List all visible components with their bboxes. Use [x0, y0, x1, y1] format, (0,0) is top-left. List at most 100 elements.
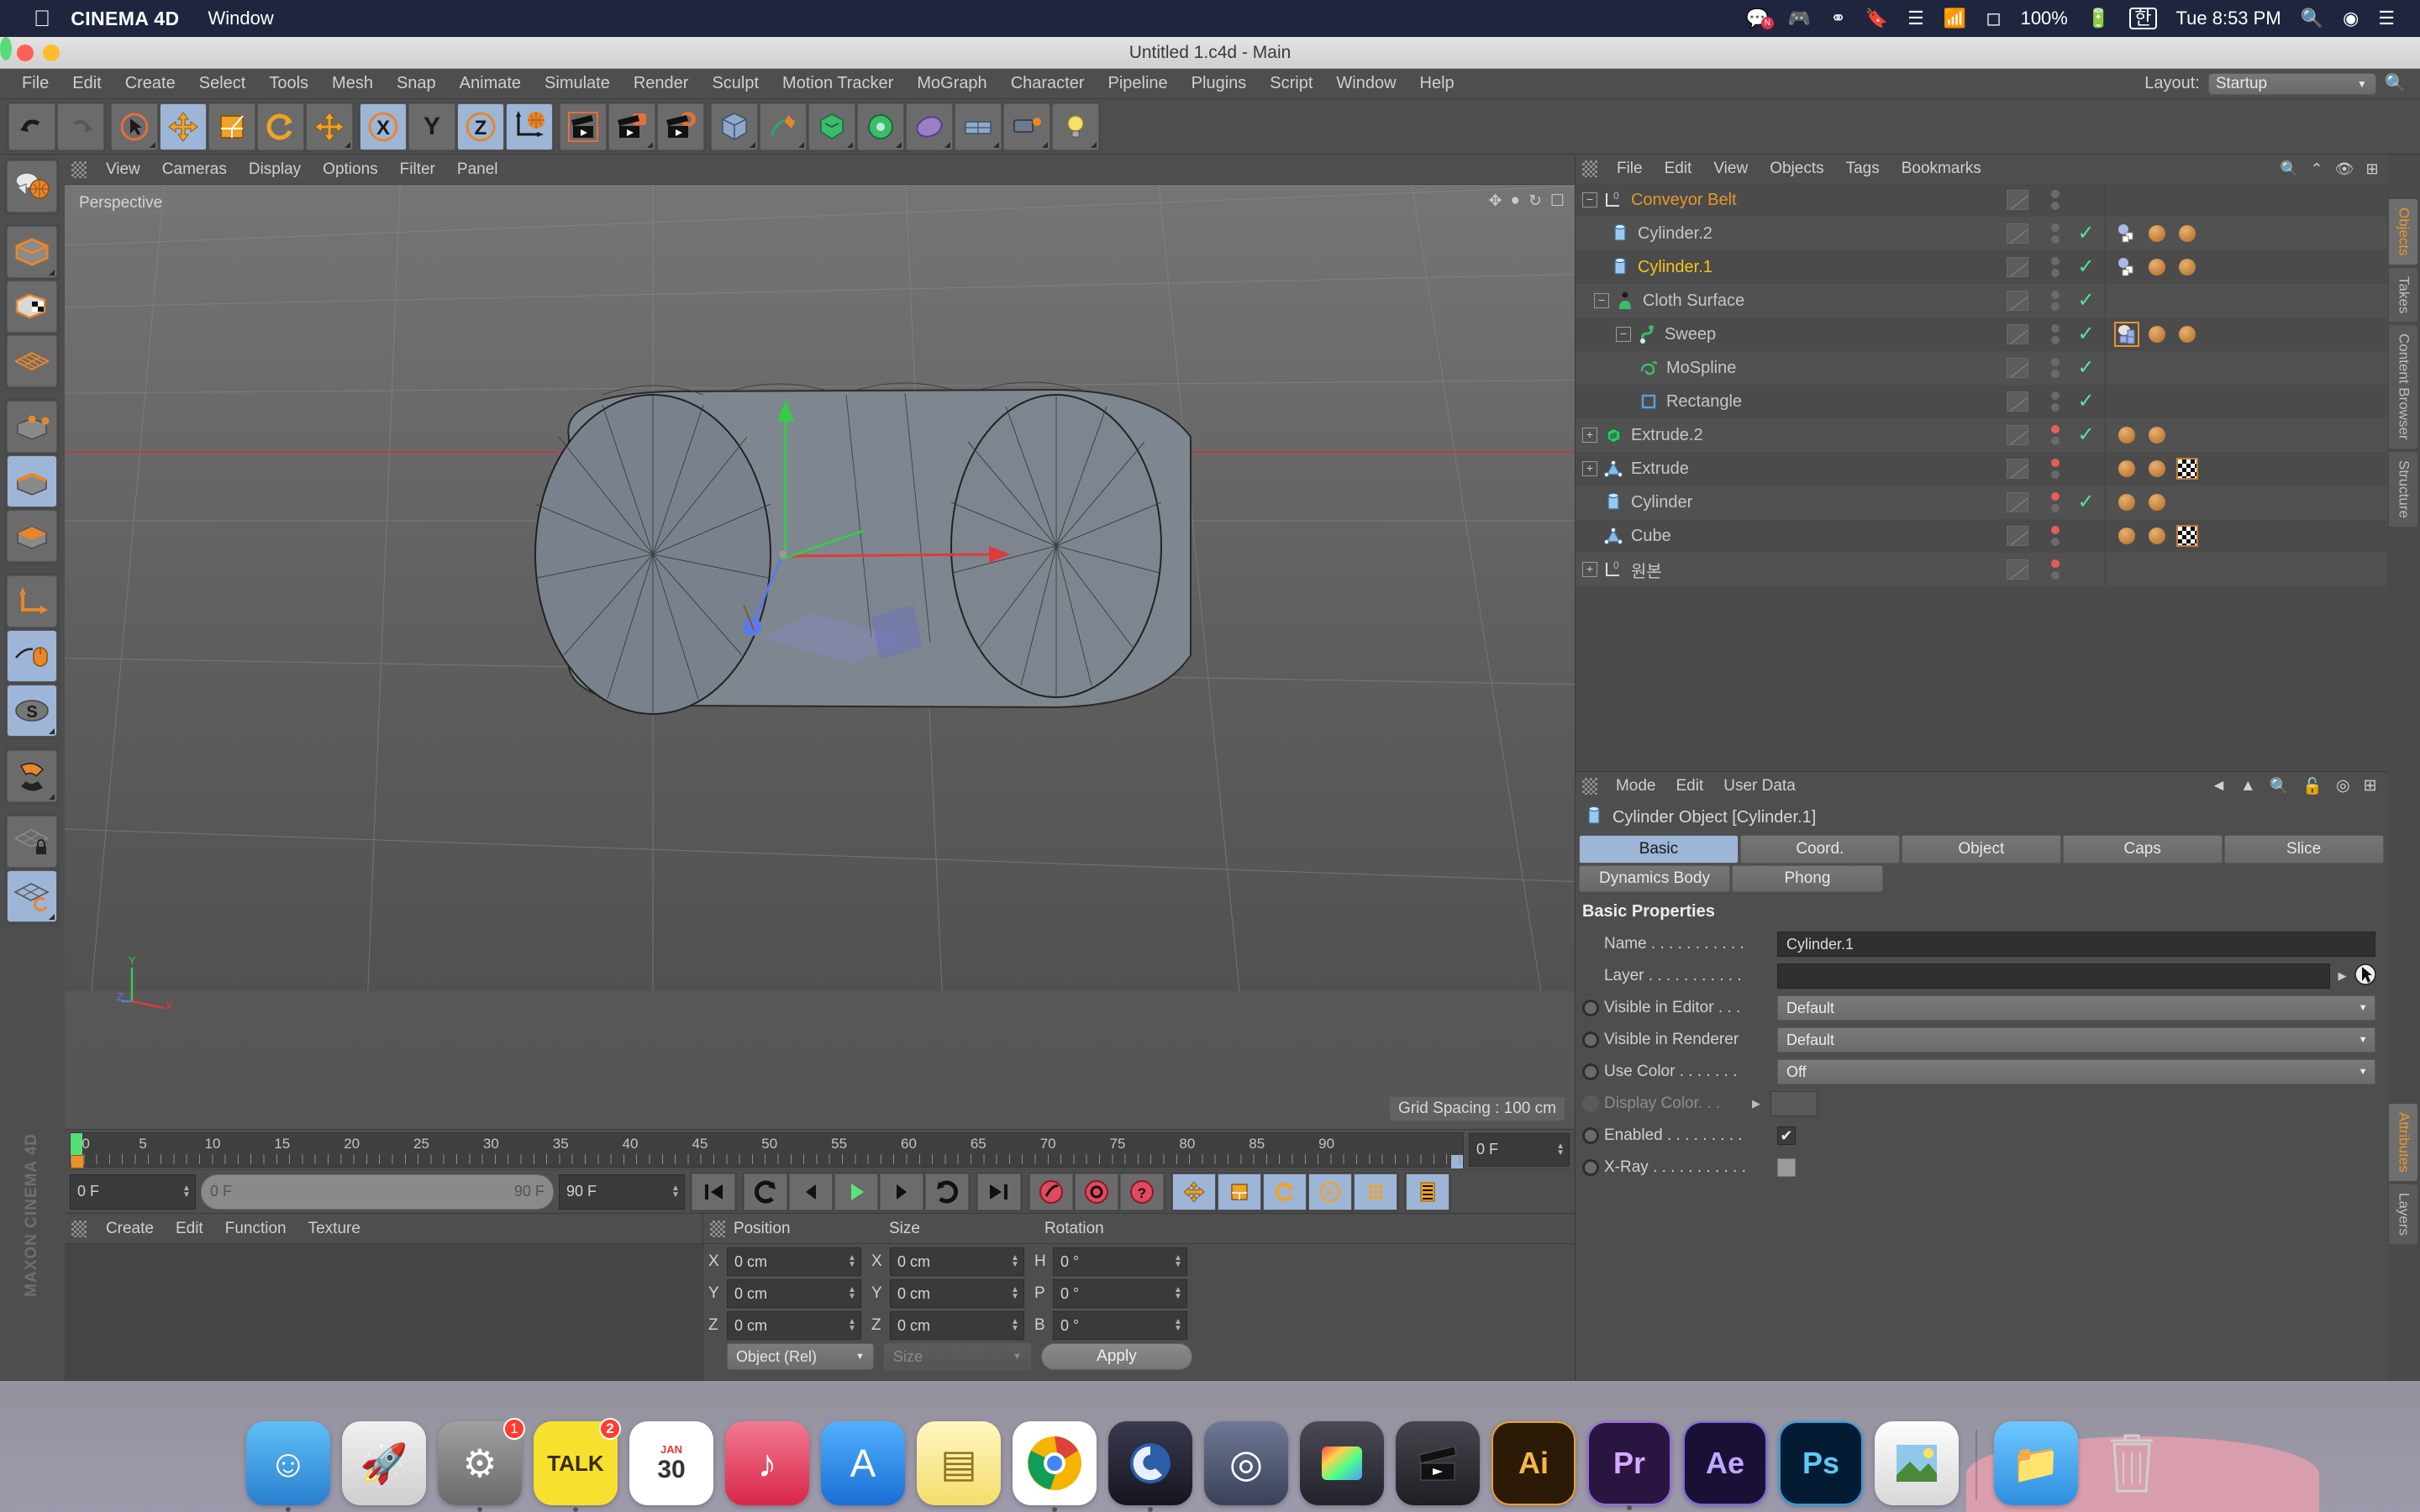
tab-object[interactable]: Object [1901, 835, 2061, 864]
layer-cell[interactable] [1992, 223, 2043, 244]
redo-button[interactable] [57, 102, 104, 150]
step-back-button[interactable] [788, 1173, 833, 1210]
enable-check[interactable]: ✓ [2068, 492, 2105, 512]
menu-render[interactable]: Render [622, 74, 701, 93]
panel-grip-icon[interactable] [709, 1220, 725, 1237]
axis-x-button[interactable]: X [360, 102, 407, 150]
anim-range-slider[interactable]: 0 F 90 F [200, 1173, 554, 1210]
checker-tag-icon[interactable] [2175, 456, 2200, 481]
visibility-dots[interactable] [2043, 526, 2068, 546]
size-x-field[interactable]: 0 cm ▲ ▼ [889, 1247, 1024, 1276]
dock-item-media-player[interactable]: ◎ [1204, 1421, 1288, 1505]
step-forward-button[interactable] [879, 1173, 923, 1210]
panel-grip-icon[interactable] [1581, 777, 1597, 795]
dock-item-finder[interactable]: ☺ [246, 1421, 330, 1512]
record-keyframe-button[interactable] [1028, 1173, 1073, 1210]
dock-item-cinema-4d[interactable] [1108, 1421, 1192, 1512]
object-row-cylinder[interactable]: Cylinder ✓ [1575, 486, 2387, 519]
apply-button[interactable]: Apply [1040, 1343, 1192, 1370]
lock-icon[interactable]: 🔓 [2302, 776, 2323, 796]
search-icon[interactable]: 🔍 [2385, 74, 2407, 94]
tab-phong[interactable]: Phong [1731, 865, 1883, 892]
viewport-maximize-icon[interactable]: ☐ [1550, 192, 1565, 211]
spinner-icon[interactable]: ▲ ▼ [1011, 1286, 1019, 1301]
menu-snap[interactable]: Snap [385, 74, 448, 93]
clock[interactable]: Tue 8:53 PM [2176, 9, 2281, 28]
autokey-button[interactable] [1074, 1173, 1118, 1210]
sphere-tag-icon[interactable] [2175, 221, 2200, 246]
workplane-s-button[interactable]: S [7, 685, 58, 737]
position-key-button[interactable] [1171, 1173, 1216, 1210]
object-tags[interactable] [2104, 418, 2387, 452]
live-selection-button[interactable] [111, 102, 158, 150]
add-environment-button[interactable] [1003, 102, 1050, 150]
dock-item-system-preferences[interactable]: ⚙ 1 [438, 1418, 525, 1512]
add-scene-button[interactable] [906, 102, 953, 150]
home-icon[interactable]: ⌃ [2311, 160, 2323, 178]
om-menu-file[interactable]: File [1606, 160, 1654, 178]
scale-key-button[interactable] [1217, 1173, 1261, 1210]
vtab-objects[interactable]: Objects [2388, 198, 2419, 265]
move-secondary-button[interactable] [306, 102, 353, 150]
render-settings-button[interactable] [657, 102, 704, 150]
dock-item-app-store[interactable]: A [821, 1421, 905, 1505]
menu-edit[interactable]: Edit [60, 74, 113, 93]
point-mode-button[interactable] [7, 401, 58, 453]
visible-renderer-select[interactable]: Default ▼ [1776, 1027, 2375, 1053]
object-row-mospline[interactable]: MoSpline ✓ [1575, 351, 2387, 385]
vtab-attributes[interactable]: Attributes [2388, 1103, 2419, 1182]
menu-help[interactable]: Help [1408, 74, 1466, 93]
add-light-button[interactable] [1052, 102, 1099, 150]
airplay-icon[interactable]: ◻ [1986, 9, 2001, 28]
om-menu-tags[interactable]: Tags [1835, 160, 1891, 178]
play-button[interactable] [834, 1173, 878, 1210]
spinner-icon[interactable]: ▲ ▼ [848, 1254, 856, 1269]
keyframe-selection-button[interactable]: ? [1119, 1173, 1164, 1210]
use-color-select[interactable]: Off ▼ [1776, 1059, 2375, 1084]
bookmark-icon[interactable]: 🔖 [1865, 9, 1888, 28]
viewport-menu-cameras[interactable]: Cameras [151, 160, 238, 179]
dock-item-after-effects[interactable]: Ae [1683, 1421, 1767, 1505]
sphere-tag-icon[interactable] [2144, 423, 2170, 448]
visibility-dots[interactable] [2043, 257, 2068, 277]
visibility-dots[interactable] [2043, 223, 2068, 244]
panel-grip-icon[interactable] [71, 1220, 87, 1237]
om-menu-view[interactable]: View [1702, 160, 1759, 178]
material-menu-edit[interactable]: Edit [165, 1220, 214, 1238]
vtab-structure[interactable]: Structure [2388, 450, 2419, 528]
sphere-tag-icon[interactable] [2144, 255, 2170, 280]
creative-cloud-icon[interactable]: ⚭ [1830, 9, 1845, 28]
dock-item-final-cut-pro[interactable] [1300, 1421, 1384, 1505]
pos-z-field[interactable]: 0 cm ▲ ▼ [726, 1311, 861, 1340]
rot-h-field[interactable]: 0 ° ▲ ▼ [1052, 1247, 1187, 1276]
dock-item-kakaotalk[interactable]: TALK 2 [534, 1418, 621, 1512]
sphere-tag-icon[interactable] [2144, 456, 2170, 481]
vtab-layers[interactable]: Layers [2388, 1183, 2419, 1245]
object-tags[interactable] [2104, 351, 2387, 385]
vtab-takes[interactable]: Takes [2388, 266, 2419, 323]
object-tags[interactable] [2104, 519, 2387, 553]
visibility-dots[interactable] [2043, 190, 2068, 210]
tab-slice[interactable]: Slice [2223, 835, 2384, 864]
expander-minus[interactable]: − [1581, 192, 1597, 207]
object-tags[interactable] [2104, 553, 2387, 586]
material-menu-texture[interactable]: Texture [297, 1220, 371, 1238]
dock-item-photoshop[interactable]: Ps [1779, 1421, 1863, 1505]
display-color-radio[interactable] [1581, 1095, 1599, 1112]
axis-mode-button[interactable] [7, 575, 58, 627]
axis-y-button[interactable]: Y [408, 102, 455, 150]
spinner-icon[interactable]: ▲ ▼ [1174, 1286, 1182, 1301]
dock-item-calendar[interactable]: JAN 30 [629, 1421, 713, 1505]
visibility-dots[interactable] [2043, 324, 2068, 344]
move-tool-button[interactable] [160, 102, 207, 150]
enable-check[interactable]: ✓ [2068, 358, 2105, 378]
viewport-menu-display[interactable]: Display [238, 160, 312, 179]
battery-icon[interactable]: 🔋 [2087, 9, 2110, 28]
layout-select[interactable]: Startup ▼ [2207, 72, 2376, 95]
add-icon[interactable]: ⊞ [2364, 776, 2377, 795]
target-icon[interactable]: ◎ [2336, 776, 2350, 795]
om-menu-edit[interactable]: Edit [1654, 160, 1703, 178]
viewport-rotate-icon[interactable]: ↻ [1528, 192, 1542, 211]
input-source-icon[interactable]: 한 [2129, 8, 2157, 29]
render-view-button[interactable] [560, 102, 607, 150]
